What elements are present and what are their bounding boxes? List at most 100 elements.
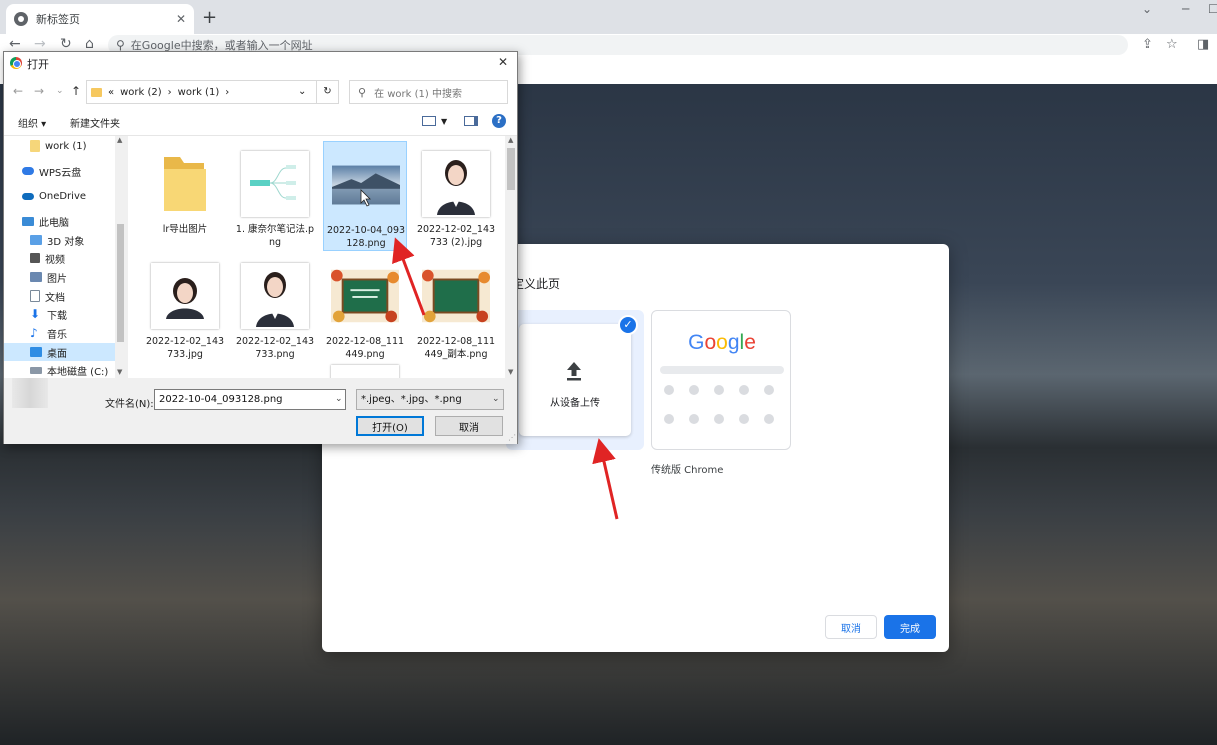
file-item[interactable]: 2022-12-08_111449_副本.png [414, 253, 498, 363]
new-tab-button[interactable]: + [202, 7, 217, 28]
filename-label: 文件名(N): [105, 399, 154, 410]
breadcrumb-work-2[interactable]: work (2) [120, 87, 162, 98]
home-icon[interactable]: ⌂ [85, 36, 94, 52]
drive-icon [30, 366, 42, 374]
blurred-region [12, 378, 48, 408]
forward-arrow-icon[interactable]: → [34, 84, 44, 98]
resize-grip-icon[interactable]: ⋰ [508, 433, 516, 442]
sidebar-item-videos[interactable]: 视频 [4, 249, 126, 267]
download-icon: ⬇ [30, 307, 41, 321]
address-dropdown-icon[interactable]: ⌄ [298, 86, 306, 97]
back-icon[interactable]: ← [9, 36, 21, 52]
desktop-icon [30, 347, 42, 357]
shortcut-dot [739, 385, 749, 395]
sidebar-item-label: 下载 [47, 310, 67, 322]
breadcrumb-overflow[interactable]: « [108, 87, 114, 98]
dialog-close-icon[interactable]: ✕ [498, 55, 508, 69]
mindmap-thumbnail [241, 151, 309, 217]
file-item[interactable]: 1. 康奈尔笔记法.png [233, 141, 317, 251]
file-name: 2022-12-02_143733.png [235, 336, 315, 360]
chalkboard-image [331, 269, 399, 323]
sidebar-scroll-thumb[interactable] [117, 224, 124, 342]
breadcrumb-work-1[interactable]: work (1) [178, 87, 220, 98]
change-view-icon[interactable] [422, 116, 436, 126]
classic-chrome-tile[interactable]: Google [651, 310, 791, 450]
filetype-select[interactable]: *.jpeg、*.jpg、*.png [356, 389, 504, 410]
bookmark-star-icon[interactable]: ☆ [1166, 37, 1178, 52]
file-item[interactable] [323, 365, 407, 378]
preview-pane-icon[interactable] [464, 116, 478, 126]
sidebar-item-onedrive[interactable]: OneDrive [4, 187, 126, 205]
sidebar-item-work-1[interactable]: work (1) [4, 137, 126, 155]
sidebar-item-music[interactable]: ♪ 音乐 [4, 324, 126, 342]
close-tab-icon[interactable]: ✕ [176, 12, 186, 26]
scroll-down-icon[interactable]: ▼ [508, 368, 513, 376]
new-folder-button[interactable]: 新建文件夹 [70, 115, 120, 130]
portrait-thumbnail [241, 263, 309, 329]
side-panel-icon[interactable]: ◨ [1197, 37, 1209, 52]
file-name: lr导出图片 [162, 224, 208, 235]
sidebar-item-label: 本地磁盘 (C:) [47, 366, 109, 378]
filename-dropdown-icon[interactable]: ⌄ [335, 394, 343, 404]
tab-search-icon[interactable]: ⌄ [1142, 2, 1152, 16]
customize-done-button[interactable]: 完成 [884, 615, 936, 639]
scroll-up-icon[interactable]: ▲ [117, 136, 122, 144]
customize-cancel-button[interactable]: 取消 [825, 615, 877, 639]
minimize-icon[interactable]: ─ [1182, 2, 1189, 16]
file-item[interactable]: 2022-12-02_143733 (2).jpg [414, 141, 498, 251]
music-icon: ♪ [30, 326, 38, 340]
upload-icon [567, 362, 581, 381]
view-dropdown-icon[interactable]: ▼ [441, 117, 447, 126]
sidebar-item-pictures[interactable]: 图片 [4, 268, 126, 286]
file-item[interactable]: 2022-12-02_143733.png [233, 253, 317, 363]
organize-menu[interactable]: 组织 ▾ [18, 115, 46, 130]
cube-icon [30, 235, 42, 245]
sidebar-item-desktop[interactable]: 桌面 [4, 343, 126, 361]
sidebar-item-local-disk-c[interactable]: 本地磁盘 (C:) [4, 361, 126, 378]
file-item[interactable]: 2022-12-02_143733.jpg [143, 253, 227, 363]
folder-search-box[interactable]: ⚲ 在 work (1) 中搜索 [349, 80, 508, 104]
maximize-icon[interactable]: ☐ [1208, 2, 1217, 16]
sidebar-item-label: 文档 [45, 292, 65, 304]
forward-icon[interactable]: → [34, 36, 46, 52]
sidebar-item-documents[interactable]: 文档 [4, 287, 126, 305]
filename-input[interactable]: 2022-10-04_093128.png [154, 389, 346, 410]
dialog-cancel-button[interactable]: 取消 [435, 416, 503, 436]
scroll-down-icon[interactable]: ▼ [117, 368, 122, 376]
reload-icon[interactable]: ↻ [60, 36, 72, 52]
file-list-scroll-thumb[interactable] [507, 148, 515, 190]
open-button[interactable]: 打开(O) [356, 416, 424, 436]
chrome-logo-icon [10, 57, 22, 69]
help-icon[interactable]: ? [492, 114, 506, 128]
sidebar-item-this-pc[interactable]: 此电脑 [4, 212, 126, 230]
file-name: 2022-12-08_111449_副本.png [416, 336, 496, 360]
tab-new-tab[interactable]: 新标签页 ✕ [6, 4, 194, 34]
breadcrumb-separator[interactable]: › [225, 87, 229, 98]
scroll-up-icon[interactable]: ▲ [508, 136, 513, 144]
sidebar-scrollbar[interactable]: ▲ ▼ [115, 136, 126, 378]
filetype-dropdown-icon[interactable]: ⌄ [492, 394, 500, 404]
address-bar[interactable]: « work (2) › work (1) › ⌄ ↻ [86, 80, 339, 104]
file-item[interactable]: 2022-12-08_111449.png [323, 253, 407, 363]
file-list-scrollbar[interactable]: ▲ ▼ [505, 136, 517, 378]
file-name: 2022-12-02_143733 (2).jpg [416, 224, 496, 248]
open-file-dialog: 打开 ✕ ← → ⌄ ↑ « work (2) › work (1) › ⌄ ↻… [3, 51, 518, 444]
refresh-icon[interactable]: ↻ [316, 81, 338, 103]
google-logo: Google [688, 331, 756, 354]
mindmap-image [250, 165, 296, 200]
sidebar-item-wps-cloud[interactable]: WPS云盘 [4, 162, 126, 180]
sidebar-item-downloads[interactable]: ⬇ 下载 [4, 305, 126, 323]
share-icon[interactable]: ⇪ [1142, 37, 1153, 52]
breadcrumb-separator[interactable]: › [168, 87, 172, 98]
up-arrow-icon[interactable]: ↑ [71, 84, 81, 98]
sidebar-item-label: 3D 对象 [47, 236, 85, 248]
sidebar-item-3d-objects[interactable]: 3D 对象 [4, 231, 126, 249]
portrait-image [166, 278, 204, 319]
portrait-image [256, 272, 294, 327]
file-item-selected[interactable]: 2022-10-04_093128.png [323, 141, 407, 251]
file-item[interactable]: lr导出图片 [143, 141, 227, 251]
dialog-navigation-bar: ← → ⌄ ↑ « work (2) › work (1) › ⌄ ↻ ⚲ 在 … [4, 74, 517, 108]
upload-from-device-tile[interactable]: 从设备上传 [519, 324, 631, 436]
back-arrow-icon[interactable]: ← [13, 84, 23, 98]
recent-locations-icon[interactable]: ⌄ [56, 86, 64, 96]
